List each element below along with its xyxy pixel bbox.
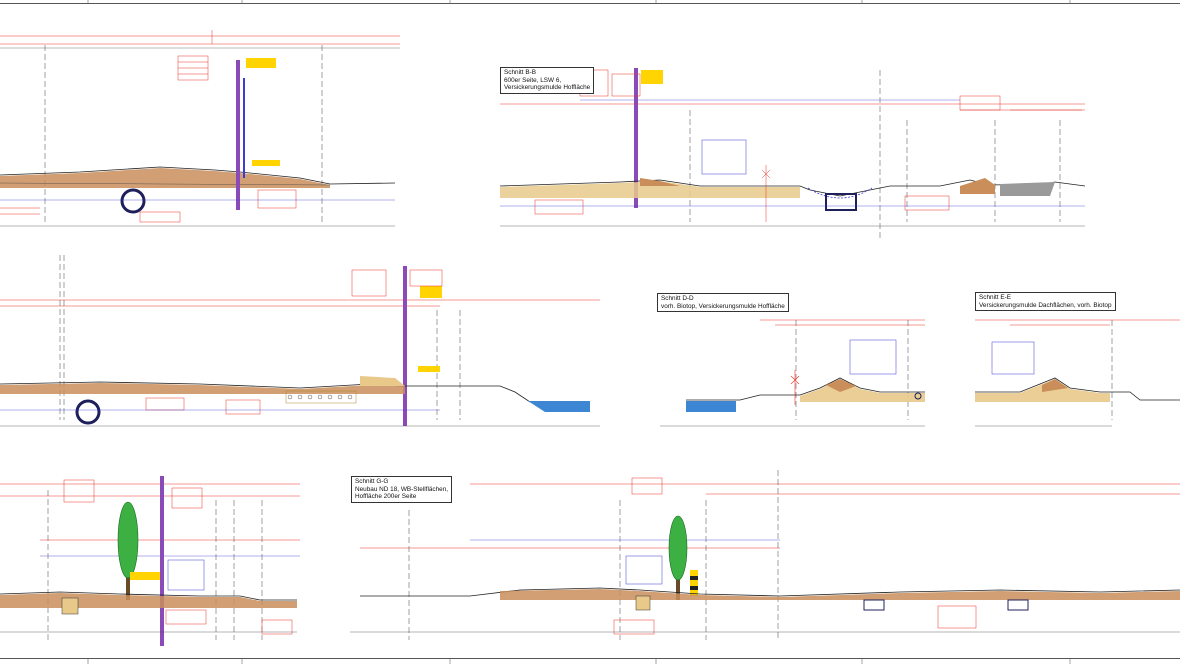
section-title-b-b: Schnitt B-B 600er Seite, LSW 6, Versicke… [500, 67, 595, 94]
section-e-e-drawing [975, 319, 1180, 427]
section-b-b-drawing [499, 68, 1086, 240]
section-b-b-line-1: 600er Seite, LSW 6, [504, 76, 562, 84]
section-e-e-title: Schnitt E-E [979, 294, 1011, 301]
section-f-drawing [0, 476, 300, 646]
section-d-d-line-1: vorh. Biotop, Versickerungsmulde Hoffläc… [661, 302, 785, 310]
section-b-b-line-2: Versickerungsmulde Hoffläche [504, 84, 591, 92]
section-b-b-title: Schnitt B-B [504, 69, 536, 76]
drawing-sheet: Schnitt B-B 600er Seite, LSW 6, Versicke… [0, 0, 1180, 664]
section-g-g-line-1: Neubau ND 18, WB-Stellflächen, [355, 485, 449, 493]
section-d-d-drawing [660, 319, 925, 427]
section-title-e-e: Schnitt E-E Versickerungsmulde Dachfläch… [975, 292, 1116, 312]
section-g-g-title: Schnitt G-G [355, 478, 389, 485]
top-frame-ticks [87, 0, 1071, 664]
section-g-g-line-2: Hoffläche 200er Seite [355, 493, 417, 501]
section-c-drawing [0, 255, 600, 427]
section-a-drawing [0, 30, 400, 227]
section-g-g-drawing [350, 470, 1180, 640]
section-title-d-d: Schnitt D-D vorh. Biotop, Versickerungsm… [657, 293, 789, 313]
section-d-d-title: Schnitt D-D [661, 295, 694, 302]
cross-section-drawings [0, 0, 1180, 664]
section-title-g-g: Schnitt G-G Neubau ND 18, WB-Stellfläche… [351, 476, 453, 503]
section-e-e-line-1: Versickerungsmulde Dachflächen, vorh. Bi… [979, 301, 1112, 309]
